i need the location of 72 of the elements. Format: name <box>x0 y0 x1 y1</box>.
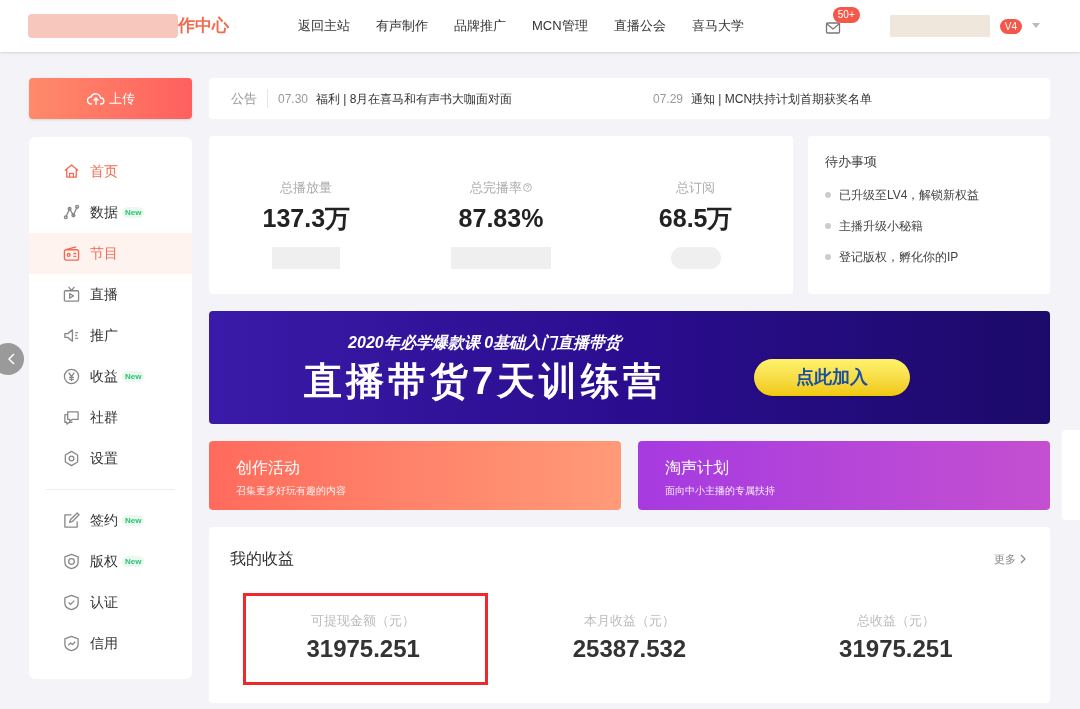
sidebar-item[interactable]: 信用 <box>29 623 192 664</box>
mail-icon[interactable] <box>824 20 841 36</box>
nav-link[interactable]: 品牌推广 <box>454 16 506 36</box>
chevron-left-icon <box>7 353 15 365</box>
sidebar-item[interactable]: 社群 <box>29 397 192 438</box>
new-tag: New <box>122 207 145 218</box>
tv-icon <box>63 286 80 303</box>
notification-badge: 50+ <box>832 7 860 23</box>
promo-subtitle: 召集更多好玩有趣的内容 <box>236 484 347 498</box>
sidebar-item[interactable]: 收益 New <box>29 356 192 397</box>
sidebar-item[interactable]: 数据 New <box>29 192 192 233</box>
nav-link[interactable]: 喜马大学 <box>691 16 744 36</box>
speaker-icon <box>63 327 80 344</box>
banner-subtitle: 2020年必学爆款课 0基础入门直播带货 <box>348 332 622 353</box>
promo-title: 创作活动 <box>236 458 301 478</box>
collapse-button[interactable] <box>0 343 24 375</box>
shield-trend-icon <box>63 635 80 652</box>
radio-icon <box>63 245 80 262</box>
income-value: 31975.251 <box>839 633 953 664</box>
nav-link[interactable]: 返回主站 <box>298 16 350 36</box>
notice-link[interactable]: 福利 | 8月在喜马和有声书大咖面对面 <box>316 89 513 108</box>
new-tag: New <box>122 515 145 526</box>
nav-link[interactable]: 有声制作 <box>376 16 428 36</box>
level-badge: V4 <box>999 18 1022 34</box>
chat-bubbles-icon <box>63 409 80 426</box>
nav-link[interactable]: 直播公会 <box>613 16 666 36</box>
stat-label: 总完播率 <box>470 179 522 197</box>
sidebar-item[interactable]: 直播 <box>29 274 192 315</box>
stat-label: 总播放量 <box>280 179 333 197</box>
join-button[interactable]: 点此加入 <box>754 359 910 396</box>
banner-title: 直播带货7天训练营 <box>304 358 666 404</box>
chevron-right-icon <box>1020 554 1026 564</box>
help-icon[interactable] <box>523 183 532 193</box>
line-chart-icon <box>63 204 80 221</box>
nav-link[interactable]: MCN管理 <box>532 16 588 36</box>
cloud-upload-icon <box>86 91 105 106</box>
notice-label: 公告 <box>231 88 268 109</box>
sidebar-item[interactable]: 签约 New <box>29 500 192 541</box>
todo-link[interactable]: 主播升级小秘籍 <box>839 217 923 235</box>
notice-date: 07.29 <box>653 90 684 108</box>
sidebar-item[interactable]: 认证 <box>29 582 192 623</box>
todo-link[interactable]: 已升级至LV4，解锁新权益 <box>839 186 980 204</box>
promo-banner[interactable]: 2020年必学爆款课 0基础入门直播带货 直播带货7天训练营 点此加入 <box>209 311 1050 424</box>
promo-title: 淘声计划 <box>665 458 730 478</box>
stat-value: 137.3万 <box>262 202 351 234</box>
gear-icon <box>63 450 80 467</box>
promo-card[interactable]: 淘声计划 面向中小主播的专属扶持 <box>638 441 1050 510</box>
income-value: 31975.251 <box>306 633 420 664</box>
new-tag: New <box>122 556 145 567</box>
income-label: 本月收益（元） <box>584 612 675 631</box>
stat-label: 总订阅 <box>676 179 716 197</box>
sidebar-item[interactable]: 推广 <box>29 315 192 356</box>
sidebar-item[interactable]: 版权 New <box>29 541 192 582</box>
income-title: 我的收益 <box>230 549 294 569</box>
notice-link[interactable]: 通知 | MCN扶持计划首期获奖名单 <box>691 89 873 108</box>
sidebar-item[interactable]: 设置 <box>29 438 192 479</box>
todo-link[interactable]: 登记版权，孵化你的IP <box>839 248 959 266</box>
house-icon <box>63 163 80 180</box>
caret-icon[interactable] <box>1032 23 1040 29</box>
yen-coin-icon <box>63 368 80 385</box>
stat-value: 68.5万 <box>658 202 733 234</box>
edit-icon <box>63 512 80 529</box>
stat-value: 87.83% <box>458 202 544 234</box>
income-label: 总收益（元） <box>856 612 935 631</box>
income-value: 25387.532 <box>572 633 687 664</box>
more-link[interactable]: 更多 <box>994 550 1026 568</box>
new-tag: New <box>122 371 145 382</box>
income-label: 可提现金额（元） <box>311 612 416 631</box>
shield-check-icon <box>63 594 80 611</box>
todo-title: 待办事项 <box>825 153 878 171</box>
notice-date: 07.30 <box>278 90 309 108</box>
promo-subtitle: 面向中小主播的专属扶持 <box>665 484 776 498</box>
